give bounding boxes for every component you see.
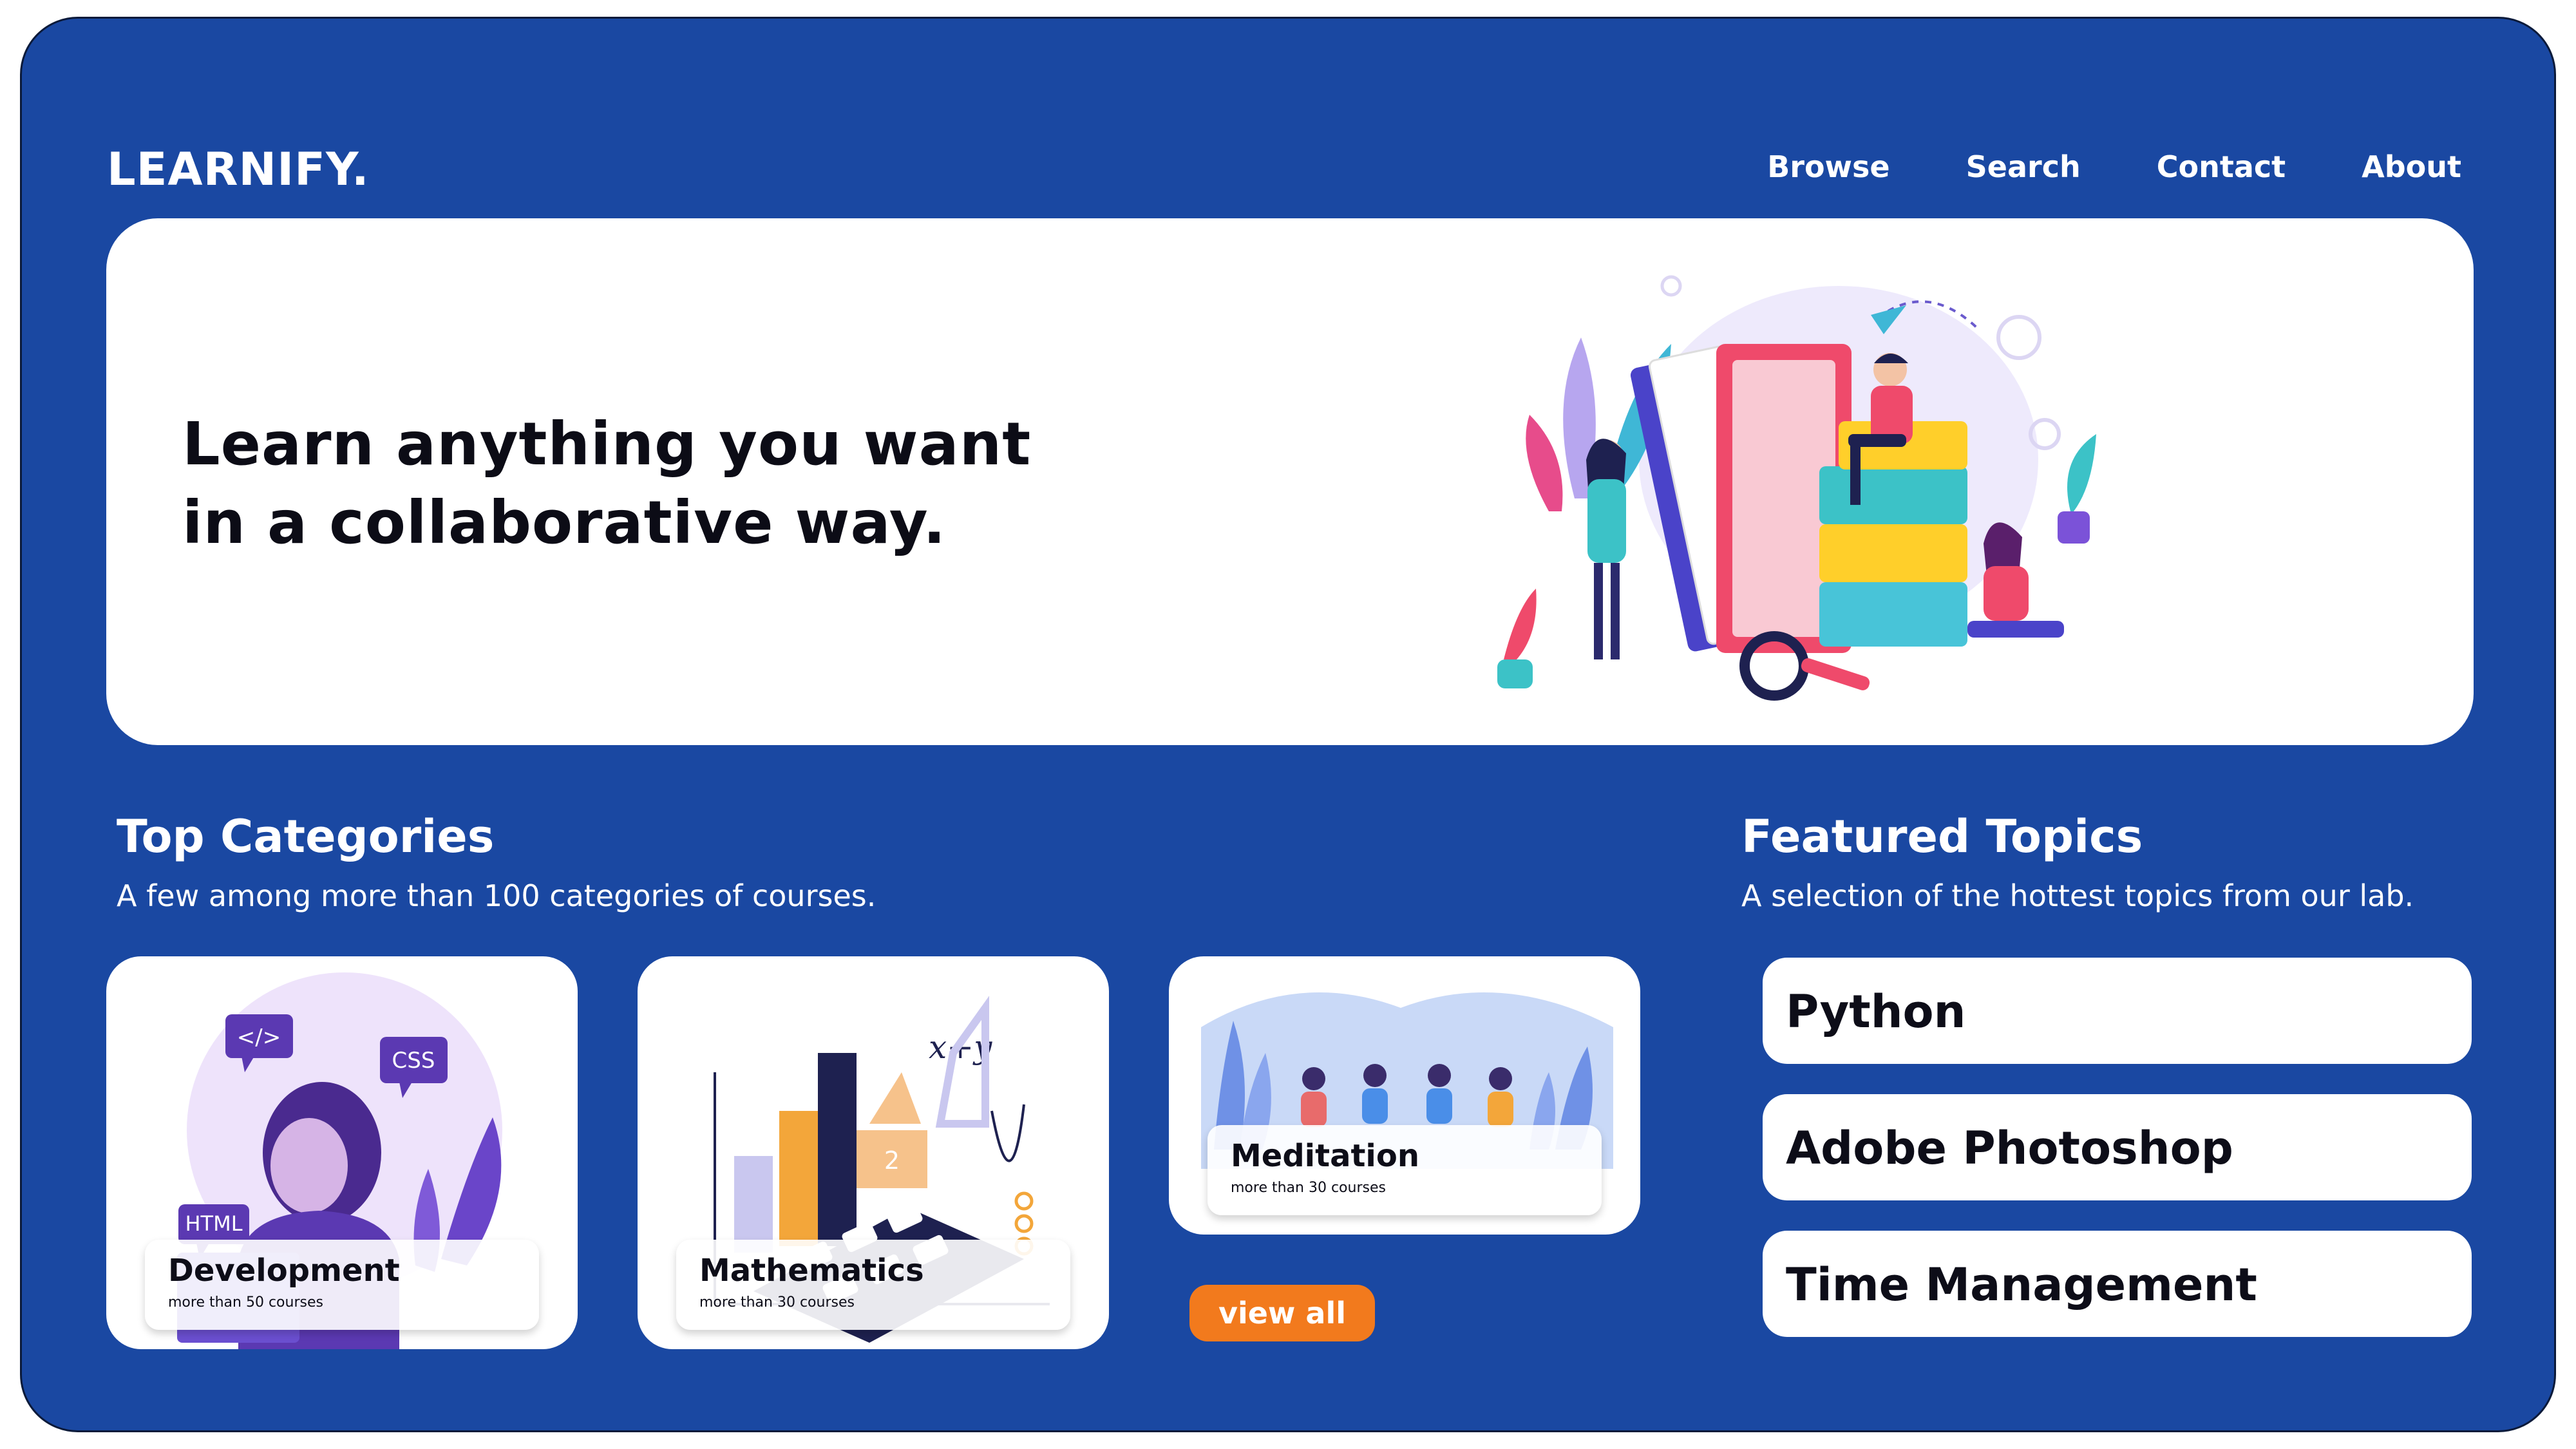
top-nav: Browse Search Contact About xyxy=(1767,149,2461,185)
featured-topics-subtitle: A selection of the hottest topics from o… xyxy=(1741,878,2414,913)
category-card-label: Meditation more than 30 courses xyxy=(1208,1125,1602,1215)
featured-topics-title: Featured Topics xyxy=(1741,810,2143,863)
category-title: Meditation xyxy=(1231,1138,1420,1174)
app-frame: LEARNIFY. Browse Search Contact About Le… xyxy=(20,17,2556,1432)
topic-python[interactable]: Python xyxy=(1763,958,2472,1064)
top-categories-subtitle: A few among more than 100 categories of … xyxy=(117,878,876,913)
top-categories-title: Top Categories xyxy=(117,810,495,863)
digit-2: 2 xyxy=(884,1146,900,1175)
hero-banner: Learn anything you want in a collaborati… xyxy=(106,218,2474,745)
category-count: more than 30 courses xyxy=(1231,1180,1386,1196)
category-card-label: Development more than 50 courses xyxy=(145,1240,539,1330)
topic-time-management[interactable]: Time Management xyxy=(1763,1231,2472,1337)
category-card-label: Mathematics more than 30 courses xyxy=(676,1240,1070,1330)
nav-search[interactable]: Search xyxy=(1966,149,2081,185)
hero-title-line-1: Learn anything you want xyxy=(182,410,1032,478)
category-count: more than 30 courses xyxy=(699,1294,855,1311)
category-title: Mathematics xyxy=(699,1253,924,1289)
topic-label: Time Management xyxy=(1786,1258,2257,1311)
nav-about[interactable]: About xyxy=(2362,149,2461,185)
html-badge: HTML xyxy=(185,1211,242,1236)
logo[interactable]: LEARNIFY. xyxy=(107,144,370,195)
category-count: more than 50 courses xyxy=(168,1294,323,1311)
view-all-button[interactable]: view all xyxy=(1189,1285,1375,1341)
hero-title: Learn anything you want in a collaborati… xyxy=(182,405,1084,562)
css-badge: CSS xyxy=(392,1048,435,1074)
category-card-meditation[interactable]: Meditation more than 30 courses xyxy=(1169,956,1640,1235)
topic-label: Python xyxy=(1786,985,1966,1038)
code-badge: </> xyxy=(237,1025,281,1050)
hero-illustration-icon xyxy=(1497,275,2096,701)
hero-title-line-2: in a collaborative way. xyxy=(182,488,947,557)
category-title: Development xyxy=(168,1253,400,1289)
category-card-development[interactable]: HTML </> CSS Development more than 50 co… xyxy=(106,956,578,1349)
category-card-mathematics[interactable]: 2 x+y Mathematics more than 30 courses xyxy=(638,956,1109,1349)
nav-contact[interactable]: Contact xyxy=(2157,149,2286,185)
topic-adobe-photoshop[interactable]: Adobe Photoshop xyxy=(1763,1094,2472,1200)
topic-label: Adobe Photoshop xyxy=(1786,1122,2233,1175)
nav-browse[interactable]: Browse xyxy=(1767,149,1889,185)
